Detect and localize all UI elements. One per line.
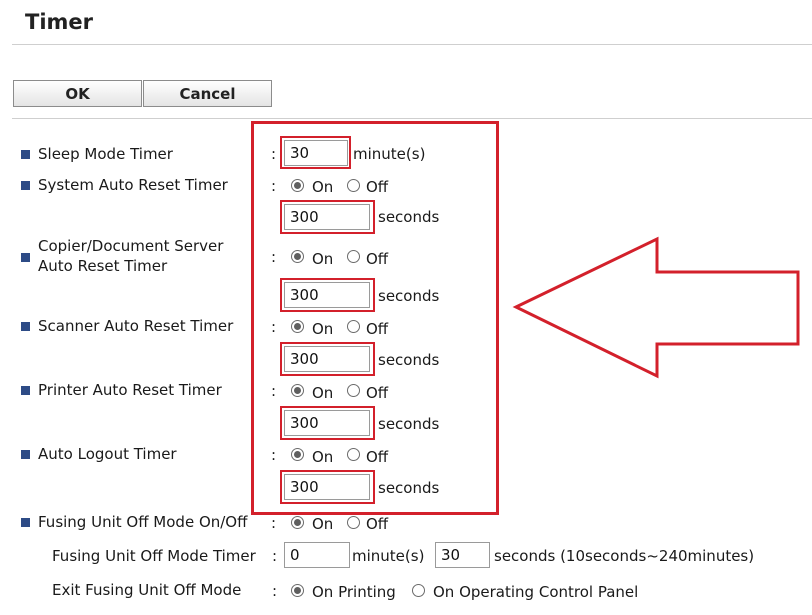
radio-off-label: Off	[366, 515, 389, 533]
fusing-mode-off-radio[interactable]	[347, 516, 360, 529]
scanner-reset-label: Scanner Auto Reset Timer	[38, 317, 234, 335]
bullet-icon	[21, 386, 30, 395]
bullet-icon	[21, 450, 30, 459]
fusing-timer-label: Fusing Unit Off Mode Timer	[52, 547, 256, 565]
bullet-icon	[21, 322, 30, 331]
system-reset-label: System Auto Reset Timer	[38, 176, 228, 194]
auto-logout-label: Auto Logout Timer	[38, 445, 177, 463]
exit-on-panel-radio[interactable]	[412, 584, 425, 597]
title-divider	[12, 44, 812, 45]
fusing-mode-label: Fusing Unit Off Mode On/Off	[38, 513, 248, 531]
bullet-icon	[21, 253, 30, 262]
ok-button[interactable]: OK	[13, 80, 142, 107]
button-divider	[12, 118, 812, 119]
exit-on-printing-radio[interactable]	[291, 584, 304, 597]
highlight-frame	[251, 121, 499, 515]
fusing-minutes-input[interactable]	[284, 542, 350, 568]
bullet-icon	[21, 150, 30, 159]
on-printing-label: On Printing	[312, 583, 396, 601]
printer-reset-label: Printer Auto Reset Timer	[38, 381, 222, 399]
range-hint: seconds (10seconds~240minutes)	[494, 547, 755, 565]
radio-on-label: On	[312, 515, 334, 533]
cancel-button[interactable]: Cancel	[143, 80, 272, 107]
copier-reset-label-line1: Copier/Document Server	[38, 237, 224, 255]
colon: :	[272, 547, 278, 565]
page-title: Timer	[25, 10, 94, 34]
bullet-icon	[21, 518, 30, 527]
colon: :	[271, 514, 277, 532]
fusing-mode-on-radio[interactable]	[291, 516, 304, 529]
sleep-timer-label: Sleep Mode Timer	[38, 145, 173, 163]
copier-reset-label-line2: Auto Reset Timer	[38, 257, 168, 275]
on-panel-label: On Operating Control Panel	[433, 583, 639, 601]
fusing-seconds-input[interactable]	[435, 542, 490, 568]
bullet-icon	[21, 181, 30, 190]
left-arrow-icon	[512, 236, 800, 379]
colon: :	[272, 582, 278, 600]
exit-fusing-label: Exit Fusing Unit Off Mode	[52, 581, 242, 599]
minutes-unit: minute(s)	[352, 547, 425, 565]
